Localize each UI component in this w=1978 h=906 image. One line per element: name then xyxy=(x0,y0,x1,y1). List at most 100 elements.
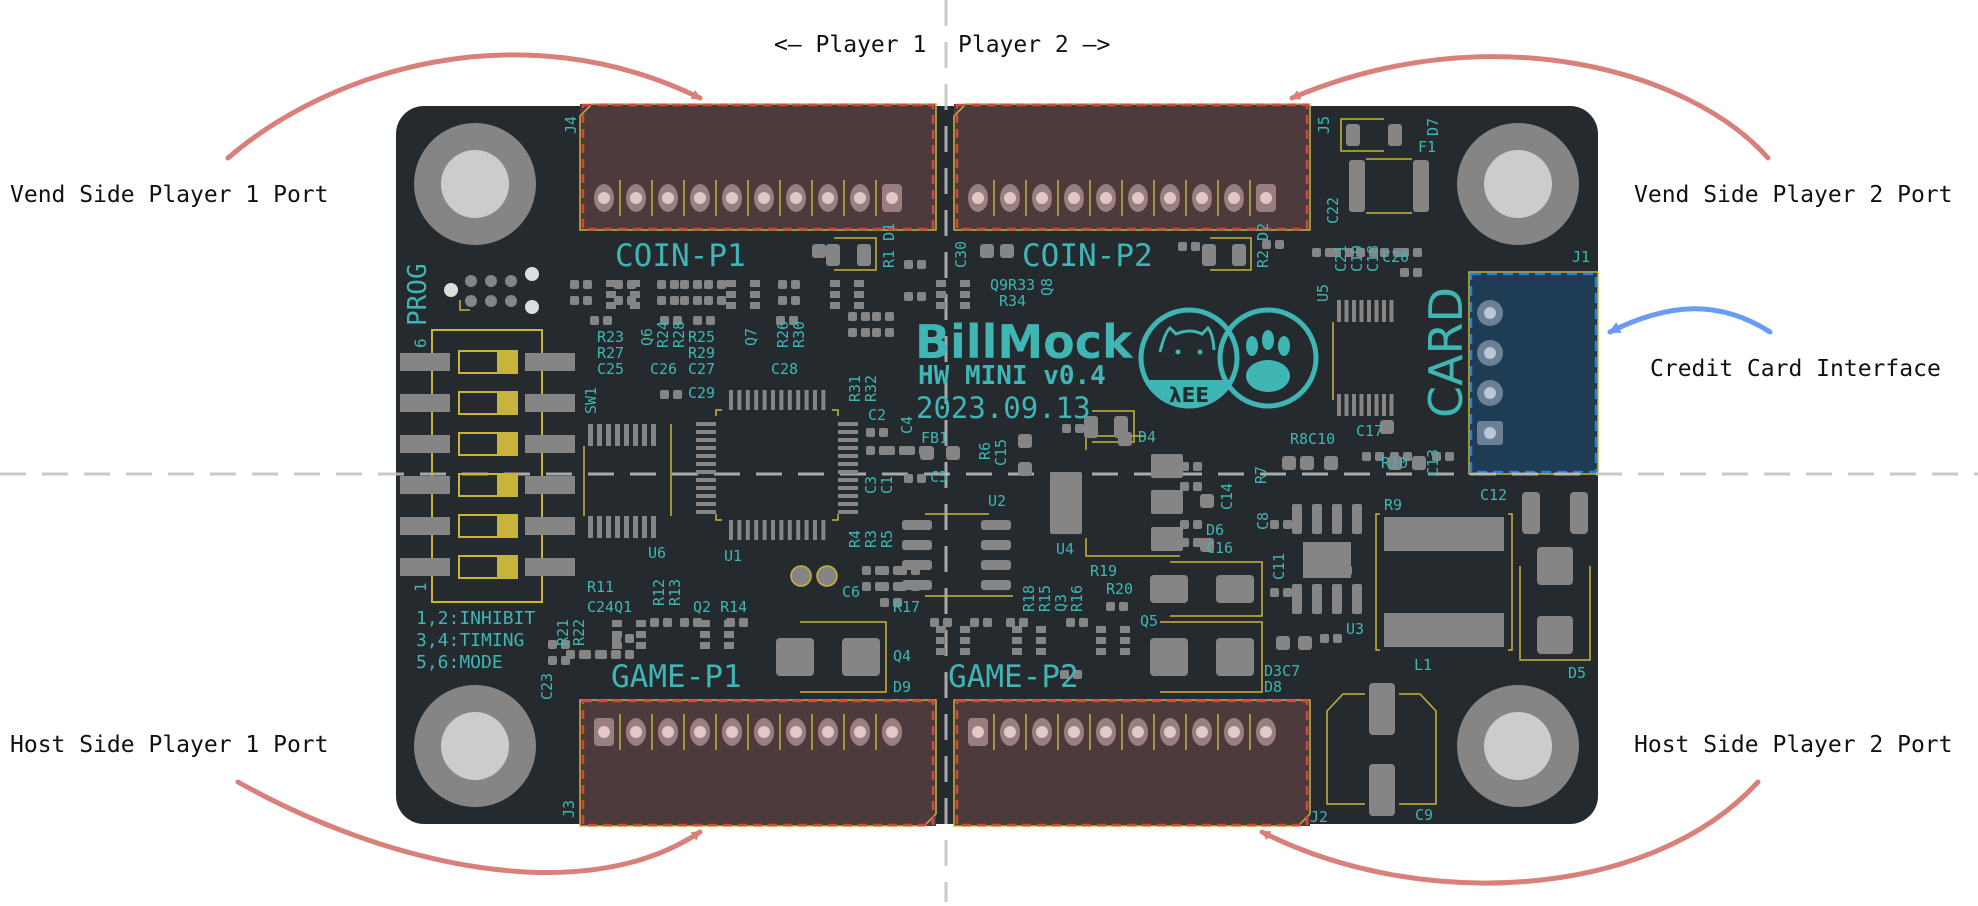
smd-pad xyxy=(911,566,920,575)
pin-hole xyxy=(630,726,642,738)
qfp-pin xyxy=(821,390,826,410)
ref-c9: C9 xyxy=(1415,806,1433,824)
u2-pin xyxy=(981,560,1011,570)
smd-pad xyxy=(943,618,952,627)
qfp-pin xyxy=(729,390,733,410)
callout-vend-p1: Vend Side Player 1 Port xyxy=(10,182,329,208)
sot-pad xyxy=(1036,626,1046,633)
qfp-pin xyxy=(838,494,858,498)
ref-c25: C25 xyxy=(597,360,624,378)
ref-f1: F1 xyxy=(1418,138,1436,156)
sot-pad xyxy=(1036,637,1046,644)
smd-pad xyxy=(1106,602,1115,611)
smd-pad xyxy=(970,618,979,627)
smd-pad xyxy=(1330,566,1339,575)
qfp-pin xyxy=(787,520,792,540)
smd-pad-large xyxy=(946,446,960,460)
ref-r13: R13 xyxy=(666,579,684,606)
ref-c24q1: C24Q1 xyxy=(587,598,632,616)
smd-pad xyxy=(886,446,895,455)
sot-pad xyxy=(750,280,760,287)
smd-pad xyxy=(570,296,579,305)
callout-host-p2: Host Side Player 2 Port xyxy=(1634,732,1953,758)
dip-pad-left xyxy=(400,558,450,576)
ref-c8: C8 xyxy=(1254,512,1272,530)
callout-host-p1: Host Side Player 1 Port xyxy=(10,732,329,758)
qfp-pin xyxy=(804,390,809,410)
sot-pad xyxy=(960,648,970,655)
smd-pad xyxy=(904,260,913,269)
sot-pad xyxy=(612,642,622,649)
sot-pad xyxy=(726,302,736,309)
sot-pad xyxy=(606,302,616,309)
soic-pin xyxy=(642,516,647,538)
card-pin-hole xyxy=(1484,427,1496,439)
sot-pad xyxy=(1120,626,1130,633)
soic-pin xyxy=(624,516,629,538)
sot-pad xyxy=(960,637,970,644)
smd-pad xyxy=(848,328,857,337)
qfp-pin xyxy=(813,390,817,410)
smd-pad xyxy=(879,428,888,437)
u2-pin xyxy=(902,540,932,550)
smd-pad xyxy=(583,280,592,289)
pin-hole xyxy=(1004,192,1016,204)
smd-pad xyxy=(1019,618,1028,627)
connector-game-p2[interactable] xyxy=(953,699,1311,827)
ref-u1: U1 xyxy=(724,547,742,565)
smd-pad xyxy=(904,474,913,483)
smd-pad xyxy=(670,280,679,289)
qfp-pin xyxy=(696,510,716,514)
qfp-pin xyxy=(696,422,716,426)
smd-pad xyxy=(1413,248,1422,257)
soic-pin xyxy=(615,424,620,446)
ref-c30: C30 xyxy=(952,241,970,268)
ref-c11: C11 xyxy=(1270,553,1288,580)
smd-pad xyxy=(791,280,800,289)
connector-game-p1[interactable] xyxy=(579,699,937,827)
sot-pad xyxy=(1096,626,1106,633)
u5-pin xyxy=(1337,394,1341,416)
pcb-diagram-canvas: λEE BillMock HW MINI v0.4 2023.09.13 COI… xyxy=(0,0,1978,902)
ref-r22: R22 xyxy=(570,619,588,646)
board-subtitle: HW MINI v0.4 xyxy=(918,361,1106,391)
pin-hole xyxy=(1100,192,1112,204)
pin-hole xyxy=(972,192,984,204)
smd-pad xyxy=(660,390,669,399)
ref-u4: U4 xyxy=(1056,540,1074,558)
connector-coin-p1[interactable] xyxy=(579,103,937,231)
qfp-pin xyxy=(838,430,858,434)
ref-c12: C12 xyxy=(1480,486,1507,504)
ref-fb1: FB1 xyxy=(921,429,948,447)
sot-pad xyxy=(830,280,840,287)
smd-pad xyxy=(1413,268,1422,277)
soic-pin xyxy=(606,516,611,538)
smd-pad xyxy=(625,650,634,659)
ref-d4: D4 xyxy=(1138,428,1156,446)
ref-c2: C2 xyxy=(868,406,886,424)
smd-pad xyxy=(706,316,715,325)
smd-pad xyxy=(1180,462,1189,471)
ref-c1: C1 xyxy=(878,476,896,494)
ref-d9: D9 xyxy=(893,678,911,696)
smd-pad xyxy=(657,280,666,289)
smd-pad xyxy=(1178,242,1187,251)
smd-pad xyxy=(1320,634,1329,643)
connector-coin-p2[interactable] xyxy=(953,103,1311,231)
pin-hole xyxy=(758,726,770,738)
sot-pad xyxy=(636,620,646,627)
connector-card-j1[interactable] xyxy=(1468,271,1599,475)
sot-pad xyxy=(724,642,734,649)
smd-pad xyxy=(717,296,726,305)
dip-pad-right xyxy=(525,517,575,535)
smd-pad xyxy=(1445,452,1454,461)
dip-pad-right xyxy=(525,558,575,576)
smd-pad xyxy=(1193,482,1202,491)
ref-q8: Q8 xyxy=(1038,278,1056,296)
sot-pad xyxy=(636,642,646,649)
smd-pad xyxy=(911,582,920,591)
qfp-pin xyxy=(813,520,817,540)
smd-pad xyxy=(650,618,659,627)
smd-pad xyxy=(583,296,592,305)
smd-pad xyxy=(1283,520,1292,529)
